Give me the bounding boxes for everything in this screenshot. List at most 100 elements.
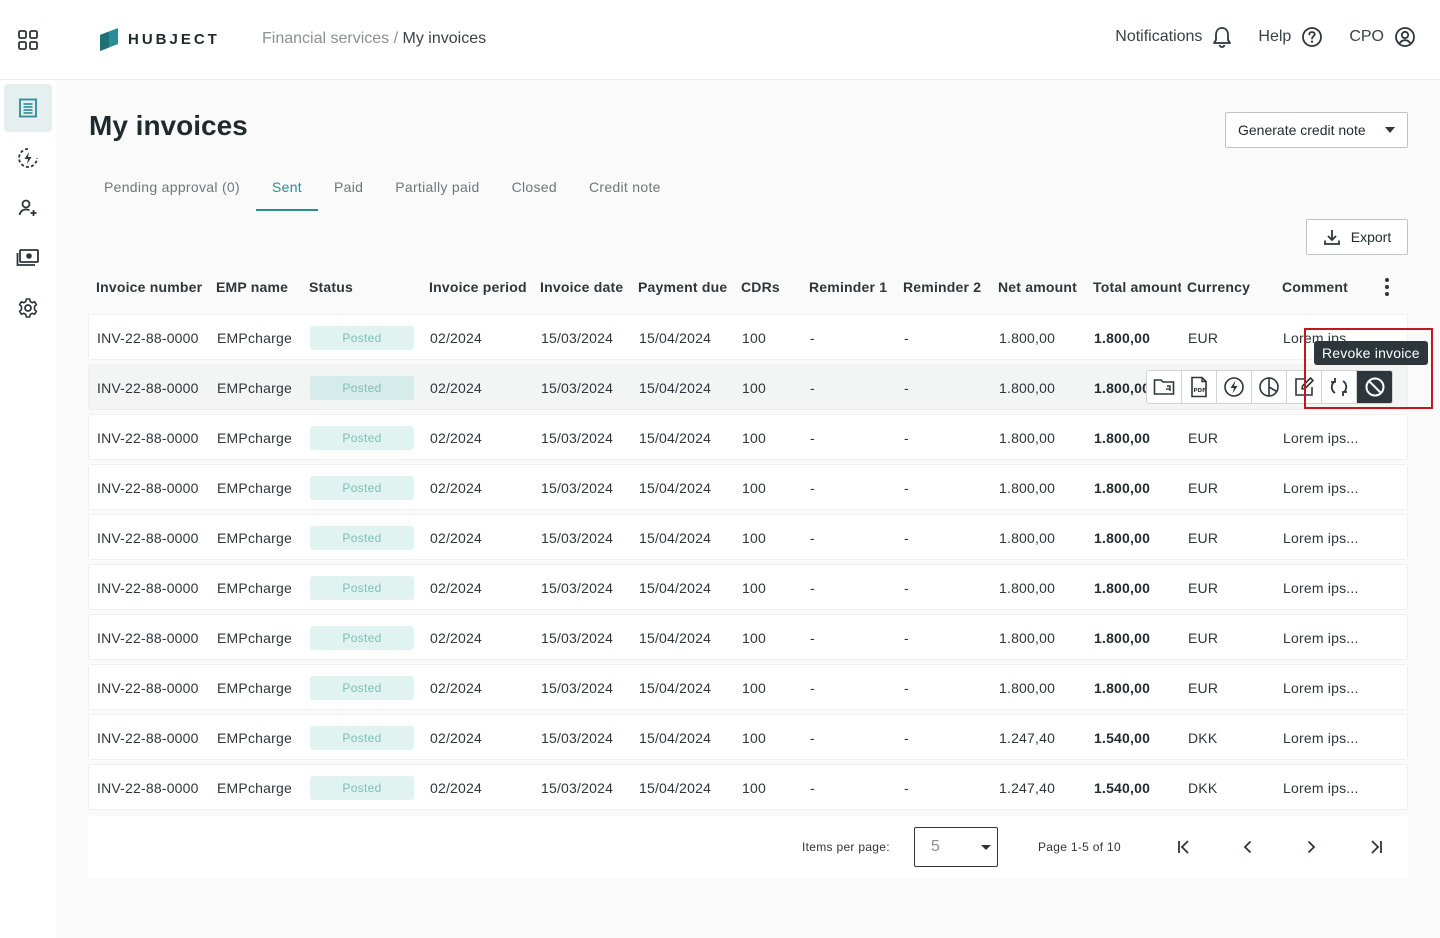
tab-sent[interactable]: Sent: [255, 165, 318, 211]
user-avatar-icon: [1395, 27, 1415, 47]
cdrs-cell: 100: [742, 680, 766, 696]
net-amount-cell: 1.800,00: [999, 630, 1056, 646]
cdrs-cell: 100: [742, 430, 766, 446]
generate-credit-note-button[interactable]: Generate credit note: [1225, 112, 1408, 148]
charging-sessions-action[interactable]: [1217, 371, 1252, 403]
table-row[interactable]: INV-22-88-0000 EMPcharge 02/2024 15/03/2024…: [88, 464, 1408, 510]
total-amount-cell: 1.800,00: [1094, 580, 1151, 596]
column-header-cdrs[interactable]: CDRs: [741, 279, 780, 295]
brand-logo[interactable]: HUBJECT: [98, 27, 220, 51]
invoice-date-cell: 15/03/2024: [541, 380, 614, 396]
total-amount-cell: 1.540,00: [1094, 780, 1151, 796]
reminder-2-cell: -: [904, 730, 909, 746]
sidebar-item-finance[interactable]: [4, 234, 52, 282]
breadcrumb-parent[interactable]: Financial services: [262, 30, 389, 47]
sidebar-item-users[interactable]: [4, 184, 52, 232]
status-badge: Posted: [310, 376, 414, 400]
cdrs-cell: 100: [742, 780, 766, 796]
hubject-logo-icon: [100, 28, 118, 51]
invoice-number-cell: INV-22-88-0000: [97, 630, 199, 646]
reminder-1-cell: -: [810, 630, 815, 646]
comment-cell: Lorem ips...: [1283, 780, 1359, 796]
reminder-2-cell: -: [904, 780, 909, 796]
last-page-button[interactable]: [1366, 837, 1386, 857]
column-header-reminder-2[interactable]: Reminder 2: [903, 279, 981, 295]
notifications-label: Notifications: [1115, 28, 1203, 45]
column-header-status[interactable]: Status: [309, 279, 353, 295]
column-header-comment[interactable]: Comment: [1282, 279, 1348, 295]
notifications-button[interactable]: Notifications: [1115, 26, 1232, 48]
column-header-currency[interactable]: Currency: [1187, 279, 1250, 295]
help-button[interactable]: Help: [1258, 26, 1323, 48]
column-header-payment-due[interactable]: Payment due: [638, 279, 727, 295]
invoice-period-cell: 02/2024: [430, 730, 483, 746]
table-row[interactable]: INV-22-88-0000 EMPcharge 02/2024 15/03/2024…: [88, 614, 1408, 660]
items-per-page-select[interactable]: 5: [914, 827, 998, 867]
next-page-button[interactable]: [1301, 837, 1321, 857]
status-badge: Posted: [310, 676, 414, 700]
reminder-1-cell: -: [810, 730, 815, 746]
sidebar-item-settings[interactable]: [4, 284, 52, 332]
column-options-kebab-icon[interactable]: [1380, 277, 1394, 297]
first-page-button[interactable]: [1174, 837, 1194, 857]
column-header-emp-name[interactable]: EMP name: [216, 279, 288, 295]
total-amount-cell: 1.800,00: [1094, 630, 1151, 646]
status-badge: Posted: [310, 326, 414, 350]
user-add-icon: [18, 199, 37, 216]
status-badge: Posted: [310, 776, 414, 800]
table-row[interactable]: INV-22-88-0000 EMPcharge 02/2024 15/03/2024…: [88, 314, 1408, 360]
currency-cell: EUR: [1188, 530, 1219, 546]
tab-closed[interactable]: Closed: [496, 165, 573, 211]
apps-grid-icon[interactable]: [18, 30, 38, 50]
previous-page-button[interactable]: [1238, 837, 1258, 857]
currency-cell: EUR: [1188, 680, 1219, 696]
cdrs-cell: 100: [742, 730, 766, 746]
payment-due-cell: 15/04/2024: [639, 380, 712, 396]
invoice-date-cell: 15/03/2024: [541, 530, 614, 546]
invoice-date-cell: 15/03/2024: [541, 430, 614, 446]
column-header-net-amount[interactable]: Net amount: [998, 279, 1077, 295]
open-folder-action[interactable]: [1147, 371, 1182, 403]
tab-pending-approval[interactable]: Pending approval (0): [88, 165, 256, 211]
comment-cell: Lorem ips...: [1283, 630, 1359, 646]
currency-cell: EUR: [1188, 430, 1219, 446]
column-header-invoice-date[interactable]: Invoice date: [540, 279, 623, 295]
table-row[interactable]: INV-22-88-0000 EMPcharge 02/2024 15/03/2024…: [88, 664, 1408, 710]
column-header-invoice-number[interactable]: Invoice number: [96, 279, 202, 295]
export-button[interactable]: Export: [1306, 219, 1408, 255]
column-header-total-amount[interactable]: Total amount: [1093, 279, 1181, 295]
comment-cell: Lorem ips...: [1283, 480, 1359, 496]
top-header: HUBJECT Financial services / My invoices…: [0, 0, 1440, 80]
currency-cell: EUR: [1188, 580, 1219, 596]
folder-icon: [1153, 379, 1175, 395]
column-header-reminder-1[interactable]: Reminder 1: [809, 279, 887, 295]
statistics-action[interactable]: [1252, 371, 1287, 403]
invoice-number-cell: INV-22-88-0000: [97, 680, 199, 696]
tab-paid[interactable]: Paid: [318, 165, 379, 211]
items-per-page-label: Items per page:: [802, 840, 890, 854]
column-header-invoice-period[interactable]: Invoice period: [429, 279, 527, 295]
sidebar-item-charging[interactable]: [4, 134, 52, 182]
invoice-date-cell: 15/03/2024: [541, 330, 614, 346]
download-pdf-action[interactable]: PDF: [1182, 371, 1217, 403]
table-row[interactable]: INV-22-88-0000 EMPcharge 02/2024 15/03/2024…: [88, 764, 1408, 810]
payment-due-cell: 15/04/2024: [639, 780, 712, 796]
invoice-list-icon: [19, 98, 37, 118]
table-row[interactable]: INV-22-88-0000 EMPcharge 02/2024 15/03/2024…: [88, 414, 1408, 460]
breadcrumb: Financial services / My invoices: [262, 30, 486, 48]
invoice-number-cell: INV-22-88-0000: [97, 730, 199, 746]
invoice-date-cell: 15/03/2024: [541, 680, 614, 696]
net-amount-cell: 1.800,00: [999, 680, 1056, 696]
tab-credit-note[interactable]: Credit note: [573, 165, 677, 211]
table-row[interactable]: INV-22-88-0000 EMPcharge 02/2024 15/03/2024…: [88, 714, 1408, 760]
first-page-icon: [1178, 840, 1189, 854]
user-menu-button[interactable]: CPO: [1349, 26, 1416, 48]
table-row[interactable]: INV-22-88-0000 EMPcharge 02/2024 15/03/2024…: [88, 564, 1408, 610]
total-amount-cell: 1.540,00: [1094, 730, 1151, 746]
sidebar-item-invoices[interactable]: [4, 84, 52, 132]
status-badge: Posted: [310, 476, 414, 500]
table-row[interactable]: INV-22-88-0000 EMPcharge 02/2024 15/03/2024…: [88, 514, 1408, 560]
invoice-period-cell: 02/2024: [430, 530, 483, 546]
help-label: Help: [1258, 28, 1292, 45]
tab-partially-paid[interactable]: Partially paid: [379, 165, 495, 211]
